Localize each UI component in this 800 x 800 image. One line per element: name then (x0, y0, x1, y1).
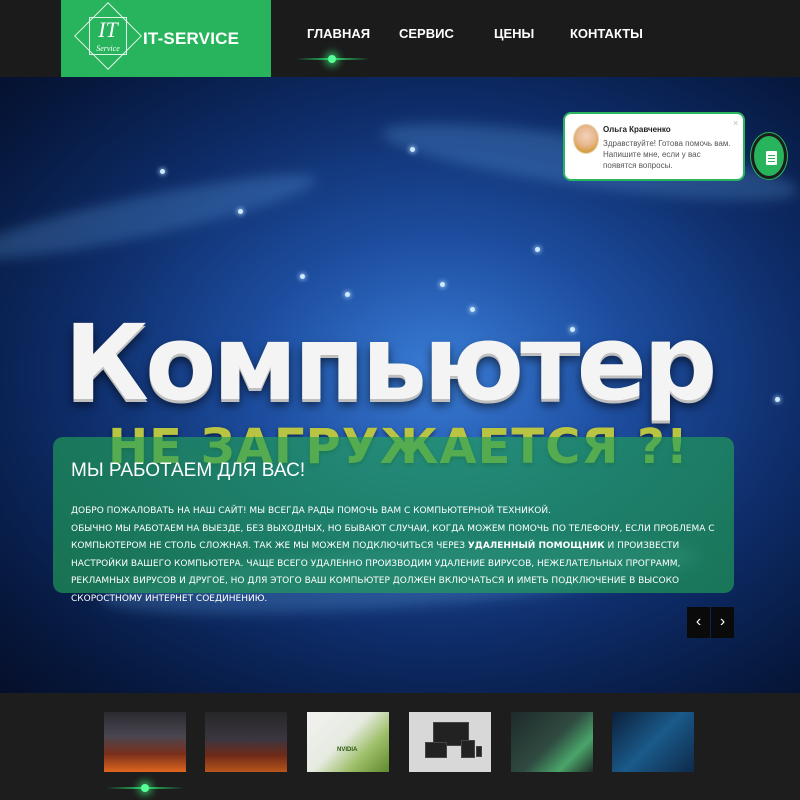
active-nav-indicator-dot (328, 55, 336, 63)
slide-thumbnail-6[interactable] (612, 712, 694, 772)
spark (345, 292, 350, 297)
nav-prices[interactable]: ЦЕНЫ (494, 26, 534, 41)
light-streak (0, 160, 321, 274)
chat-open-button[interactable] (751, 133, 787, 179)
avatar (573, 124, 599, 154)
thumbnail-label: NVIDIA (337, 747, 358, 753)
spark (440, 282, 445, 287)
spark (300, 274, 305, 279)
logo-mark: IT (98, 17, 118, 42)
spark (238, 209, 243, 214)
slide-caption: МЫ РАБОТАЕМ ДЛЯ ВАС! ДОБРО ПОЖАЛОВАТЬ НА… (53, 437, 734, 604)
hero-image-title: Компьютер (64, 302, 717, 424)
spark (775, 397, 780, 402)
slider-prev-button[interactable]: ‹ (687, 607, 710, 638)
active-thumbnail-indicator-dot (141, 784, 149, 792)
spark (535, 247, 540, 252)
caption-title: МЫ РАБОТАЕМ ДЛЯ ВАС! (71, 460, 306, 481)
spark (160, 169, 165, 174)
document-icon (766, 151, 777, 165)
close-icon[interactable]: × (733, 118, 738, 128)
logo-mark-sub: Service (96, 44, 120, 53)
thumbnail-strip: NVIDIA (0, 693, 800, 800)
chat-agent-name: Ольга Кравченко (603, 125, 671, 134)
nav-contacts[interactable]: КОНТАКТЫ (570, 26, 643, 41)
laptop-shape (425, 742, 447, 758)
slide-thumbnail-5[interactable] (511, 712, 593, 772)
slide-thumbnail-1[interactable] (104, 712, 186, 772)
slide-thumbnail-4[interactable] (409, 712, 491, 772)
chat-popup[interactable]: Ольга Кравченко × Здравствуйте! Готова п… (563, 112, 745, 181)
tablet-shape (461, 740, 475, 758)
phone-shape (476, 746, 482, 757)
caption-highlight: УДАЛЕННЫЙ ПОМОЩНИК (467, 541, 605, 552)
spark (410, 147, 415, 152)
caption-line: ДОБРО ПОЖАЛОВАТЬ НА НАШ САЙТ! МЫ ВСЕГДА … (71, 506, 551, 516)
slider-next-button[interactable]: › (711, 607, 734, 638)
caption-text: ДОБРО ПОЖАЛОВАТЬ НА НАШ САЙТ! МЫ ВСЕГДА … (71, 503, 721, 609)
slide-thumbnail-2[interactable] (205, 712, 287, 772)
site-title[interactable]: IT-SERVICE (143, 29, 239, 49)
nav-home[interactable]: ГЛАВНАЯ (307, 26, 370, 41)
slide-thumbnail-3[interactable]: NVIDIA (307, 712, 389, 772)
nav-service[interactable]: СЕРВИС (399, 26, 454, 41)
chat-message: Здравствуйте! Готова помочь вам. Напишит… (603, 139, 731, 170)
site-header: IT Service IT-SERVICE ГЛАВНАЯ СЕРВИС ЦЕН… (0, 0, 800, 77)
